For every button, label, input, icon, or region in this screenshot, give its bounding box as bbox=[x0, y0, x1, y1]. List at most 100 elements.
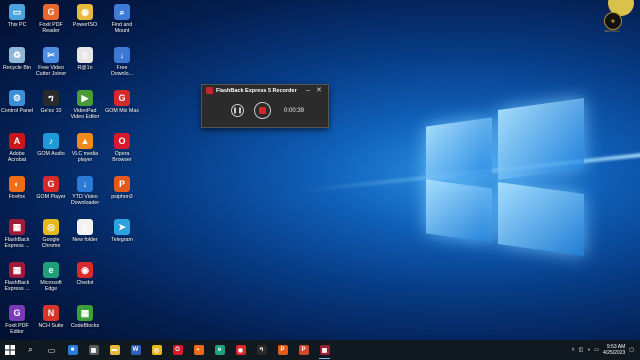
desktop-icon-videopad[interactable]: ▶ VideoPad Video Editor bbox=[68, 90, 102, 121]
psiphon-icon: P bbox=[114, 176, 130, 192]
foxit-icon: G bbox=[43, 4, 59, 20]
desktop-icon-control-panel[interactable]: ⚙ Control Panel bbox=[0, 90, 34, 114]
desktop-icon-label: Foxit PDF Editor bbox=[5, 323, 29, 336]
desktop-icon-label: YTD Video Downloader bbox=[70, 194, 100, 207]
taskbar-flashback-button[interactable]: ▦ bbox=[314, 340, 335, 360]
taskbar-firefox-button[interactable]: ◐ bbox=[188, 340, 209, 360]
recorder-title: FlashBack Express 5 Recorder bbox=[216, 87, 297, 94]
desktop-icon-vlc[interactable]: ▲ VLC media player bbox=[68, 133, 102, 164]
desktop-icon-monitor[interactable]: ▭ This PC bbox=[0, 4, 34, 28]
windows-start-icon[interactable] bbox=[0, 340, 20, 360]
desktop-icon-file[interactable]: ▯ R@1n bbox=[68, 47, 102, 71]
notification-icon[interactable]: ▢ bbox=[629, 347, 634, 353]
desktop-icon-label: Free Downlo... bbox=[110, 65, 134, 78]
desktop-icon-chedot[interactable]: ◉ Chedot bbox=[68, 262, 102, 286]
recycle-bin-icon: ♻ bbox=[9, 47, 25, 63]
desktop-icon-label: New folder bbox=[72, 237, 98, 243]
taskbar-powerpoint-button[interactable]: P bbox=[293, 340, 314, 360]
desktop-icon-label: VideoPad Video Editor bbox=[70, 108, 100, 121]
taskbar-search-button[interactable]: ⌕ bbox=[20, 340, 41, 360]
video-cutter-icon: ✂ bbox=[43, 47, 59, 63]
taskbar-edge-button[interactable]: e bbox=[209, 340, 230, 360]
task-view-icon: ▭ bbox=[47, 345, 56, 355]
channel-logo-icon: ✦ bbox=[604, 12, 622, 30]
find-mount-icon: ⌕ bbox=[114, 4, 130, 20]
keyboard-icon[interactable]: ▭ bbox=[594, 347, 599, 353]
taskbar-opera-button[interactable]: O bbox=[167, 340, 188, 360]
desktop-icon-label: CodeBlocks bbox=[70, 323, 100, 329]
desktop-icon-label: Firefox bbox=[8, 194, 26, 200]
desktop-icon-psiphon[interactable]: Ppsiphon3 bbox=[105, 176, 139, 200]
taskbar-file-explorer-button[interactable]: ▬ bbox=[104, 340, 125, 360]
desktop-icon-label: VLC media player bbox=[71, 151, 99, 164]
file-icon: ▯ bbox=[77, 47, 93, 63]
flashback-recorder-window[interactable]: FlashBack Express 5 Recorder – ✕ ❚❚ 0:00… bbox=[201, 84, 329, 128]
desktop-icon-edge[interactable]: e Microsoft Edge bbox=[34, 262, 68, 293]
desktop-icon-codeblocks[interactable]: ▦ CodeBlocks bbox=[68, 305, 102, 329]
desktop-icon-flashback[interactable]: ▦ FlashBack Express ... bbox=[0, 262, 34, 293]
taskbar-calculator-button[interactable]: ▦ bbox=[83, 340, 104, 360]
desktop-icon-recycle-bin[interactable]: ♻ Recycle Bin bbox=[0, 47, 34, 71]
taskbar-chedot-button[interactable]: ◉ bbox=[230, 340, 251, 360]
desktop-icon-gom-audio[interactable]: ♪ GOM Audio bbox=[34, 133, 68, 157]
desktop-icon-folder[interactable]: ▯ New folder bbox=[68, 219, 102, 243]
acrobat-icon: A bbox=[9, 133, 25, 149]
desktop-icon-find-mount[interactable]: ⌕ Find and Mount bbox=[105, 4, 139, 35]
folder-icon: ▯ bbox=[77, 219, 93, 235]
desktop-icon-gom-mix[interactable]: G GOM Mix Max bbox=[105, 90, 139, 114]
stop-icon bbox=[259, 107, 266, 114]
desktop-icon-gom-player[interactable]: G GOM Player bbox=[34, 176, 68, 200]
desktop-icon-label: FlashBack Express ... bbox=[4, 237, 30, 250]
minimize-button[interactable]: – bbox=[306, 87, 310, 95]
foxit-editor-icon: G bbox=[9, 305, 25, 321]
desktop-icon-foxit-editor[interactable]: G Foxit PDF Editor bbox=[0, 305, 34, 336]
word-icon: W bbox=[130, 345, 141, 355]
show-hidden-icons-icon[interactable]: ˄ bbox=[572, 347, 575, 353]
desktop-icon-label: Telegram bbox=[111, 237, 133, 243]
edge-icon: e bbox=[43, 262, 59, 278]
flashback-icon: ▦ bbox=[9, 262, 25, 278]
desktop-icon-nch-suite[interactable]: N NCH Suite bbox=[34, 305, 68, 329]
desktop-icon-foxit[interactable]: G Foxit PDF Reader bbox=[34, 4, 68, 35]
powerpoint-icon: P bbox=[298, 345, 309, 355]
taskbar: ⌕ ▭ ■ ▦ ▬ W ◎ O ◐ e ◉ ግ P P ▦ ˄ ◫ ◖ ▭ 9:53 AM 4/25/202… bbox=[0, 340, 640, 360]
taskbar-geez-button[interactable]: ግ bbox=[251, 340, 272, 360]
taskbar-task-view-button[interactable]: ▭ bbox=[41, 340, 62, 360]
close-button[interactable]: ✕ bbox=[316, 87, 322, 95]
windows-wallpaper-logo bbox=[418, 92, 588, 257]
desktop-icon-chrome[interactable]: ◎ Google Chrome bbox=[34, 219, 68, 250]
control-panel-icon: ⚙ bbox=[9, 90, 25, 106]
taskbar-chrome-button[interactable]: ◎ bbox=[146, 340, 167, 360]
taskbar-store-button[interactable]: ■ bbox=[62, 340, 83, 360]
desktop-icon-telegram[interactable]: ➤ Telegram bbox=[105, 219, 139, 243]
desktop-icon-geez[interactable]: ግ Ge'ez 10 bbox=[34, 90, 68, 114]
desktop-icon-label: Adobe Acrobat bbox=[7, 151, 27, 164]
stop-button[interactable] bbox=[254, 102, 271, 119]
edge-icon: e bbox=[214, 345, 225, 355]
pause-button[interactable]: ❚❚ bbox=[231, 104, 244, 117]
desktop-icon-ytd[interactable]: ↓ YTD Video Downloader bbox=[68, 176, 102, 207]
network-icon[interactable]: ◫ bbox=[579, 347, 584, 353]
desktop-icon-download[interactable]: ↓ Free Downlo... bbox=[105, 47, 139, 78]
psiphon-icon: P bbox=[277, 345, 288, 355]
volume-icon[interactable]: ◖ bbox=[587, 347, 590, 353]
file-explorer-icon: ▬ bbox=[109, 345, 120, 355]
firefox-icon: ◐ bbox=[9, 176, 25, 192]
taskbar-word-button[interactable]: W bbox=[125, 340, 146, 360]
desktop-icon-flashback[interactable]: ▦ FlashBack Express ... bbox=[0, 219, 34, 250]
videopad-icon: ▶ bbox=[77, 90, 93, 106]
desktop-icon-opera[interactable]: O Opera Browser bbox=[105, 133, 139, 164]
download-icon: ↓ bbox=[114, 47, 130, 63]
desktop-icon-acrobat[interactable]: A Adobe Acrobat bbox=[0, 133, 34, 164]
desktop-icon-label: Foxit PDF Reader bbox=[39, 22, 63, 35]
taskbar-psiphon-button[interactable]: P bbox=[272, 340, 293, 360]
desktop-icon-firefox[interactable]: ◐ Firefox bbox=[0, 176, 34, 200]
desktop-icon-poweriso[interactable]: ◉ PowerISO bbox=[68, 4, 102, 28]
clock-date: 4/25/2023 bbox=[603, 350, 626, 356]
geez-icon: ግ bbox=[256, 345, 267, 355]
chedot-icon: ◉ bbox=[77, 262, 93, 278]
clock[interactable]: 9:53 AM 4/25/2023 bbox=[603, 344, 625, 356]
monitor-icon: ▭ bbox=[9, 4, 25, 20]
desktop-icon-video-cutter[interactable]: ✂ Free Video Cutter Joiner bbox=[34, 47, 68, 78]
telegram-icon: ➤ bbox=[114, 219, 130, 235]
